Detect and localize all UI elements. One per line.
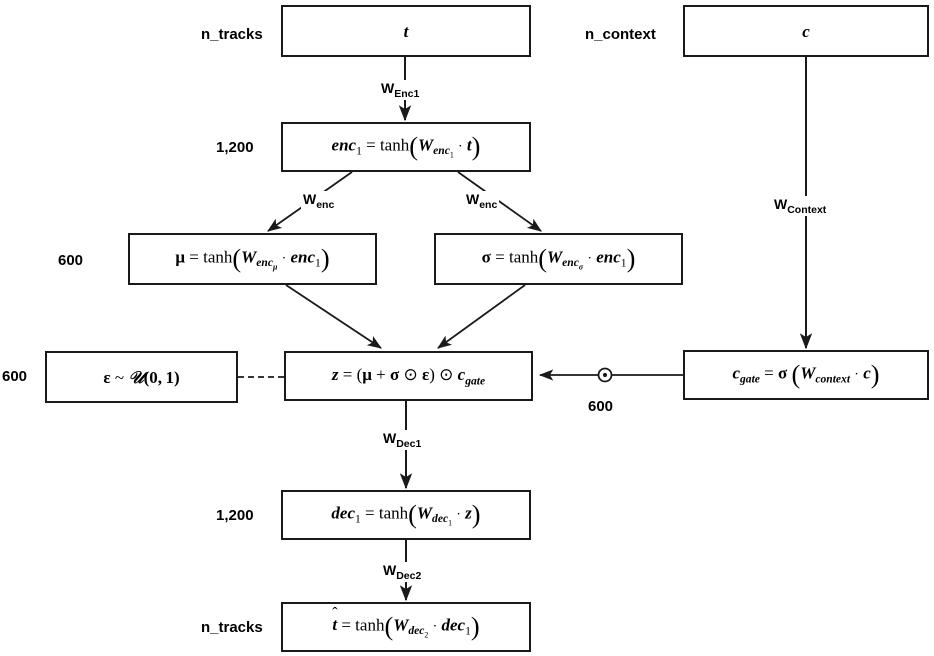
- dim-label-enc1: 1,200: [216, 139, 254, 156]
- edge-label-context-weight-main: W: [774, 196, 788, 212]
- connector-layer: [238, 57, 813, 602]
- edge-label-dec1-weight-sub: Dec1: [396, 437, 422, 450]
- dim-label-dec1: 1,200: [216, 507, 254, 524]
- node-input-context: c: [683, 5, 929, 57]
- edge-label-dec1-weight: WDec1: [381, 430, 424, 450]
- edge-mu-to-z: [285, 284, 382, 349]
- edge-label-enc-mu-weight: Wenc: [301, 191, 337, 211]
- edge-label-dec2-weight-sub: Dec2: [396, 569, 422, 582]
- edge-label-context-weight-sub: Context: [787, 203, 827, 216]
- edge-label-enc1-weight-sub: Enc1: [394, 87, 420, 100]
- node-input-tracks-equation: t: [403, 21, 409, 41]
- node-sigma: σ = tanh(Wencσ · enc1): [434, 233, 683, 285]
- node-enc1-equation: enc1 = tanh(Wenc1 · t): [331, 131, 481, 161]
- edge-label-context-weight: WContext: [772, 196, 829, 216]
- hadamard-op-dot: [602, 372, 608, 378]
- diagram-canvas: n_tracks t n_context c WEnc1 1,200 enc1 …: [0, 0, 934, 656]
- node-dec1: dec1 = tanh(Wdec1 · z): [281, 490, 531, 540]
- node-z: z = (μ + σ ⊙ ε) ⊙ cgate: [284, 351, 533, 401]
- node-c-gate: cgate = σ (Wcontext · c): [683, 350, 929, 400]
- node-output-equation: ˆt = tanh(Wdec2 · dec1): [332, 605, 480, 641]
- hadamard-op-marker: [597, 367, 613, 383]
- dim-label-input-context: n_context: [585, 26, 656, 43]
- dim-label-epsilon: 600: [2, 368, 28, 385]
- edge-label-enc-sigma-weight: Wenc: [464, 191, 500, 211]
- edge-label-enc1-weight: WEnc1: [379, 80, 422, 100]
- dim-label-input-tracks: n_tracks: [201, 26, 263, 43]
- edge-label-enc-sigma-weight-main: W: [466, 191, 480, 207]
- node-c-gate-equation: cgate = σ (Wcontext · c): [732, 359, 880, 389]
- edge-label-enc-mu-weight-main: W: [303, 191, 317, 207]
- edge-label-enc-mu-weight-sub: enc: [316, 198, 335, 211]
- edge-label-dec2-weight: WDec2: [381, 562, 424, 582]
- node-sigma-equation: σ = tanh(Wencσ · enc1): [481, 243, 636, 273]
- node-input-context-equation: c: [802, 21, 810, 41]
- edge-sigma-to-z: [437, 284, 526, 349]
- node-dec1-equation: dec1 = tanh(Wdec1 · z): [331, 499, 481, 529]
- node-epsilon: ε ~ 𝒰(0, 1): [45, 351, 238, 403]
- node-mu: μ = tanh(Wencμ · enc1): [128, 233, 377, 285]
- dim-label-gate: 600: [588, 398, 614, 415]
- edge-label-dec1-weight-main: W: [383, 430, 397, 446]
- edge-label-dec2-weight-main: W: [383, 562, 397, 578]
- node-z-equation: z = (μ + σ ⊙ ε) ⊙ cgate: [331, 364, 486, 387]
- node-output: ˆt = tanh(Wdec2 · dec1): [281, 602, 531, 652]
- node-enc1: enc1 = tanh(Wenc1 · t): [281, 122, 531, 172]
- node-epsilon-equation: ε ~ 𝒰(0, 1): [103, 367, 180, 387]
- edge-label-enc1-weight-main: W: [381, 80, 395, 96]
- edge-label-enc-sigma-weight-sub: enc: [479, 198, 498, 211]
- dim-label-mu: 600: [58, 252, 84, 269]
- node-mu-equation: μ = tanh(Wencμ · enc1): [175, 243, 330, 273]
- dim-label-output: n_tracks: [201, 619, 263, 636]
- node-input-tracks: t: [281, 5, 531, 57]
